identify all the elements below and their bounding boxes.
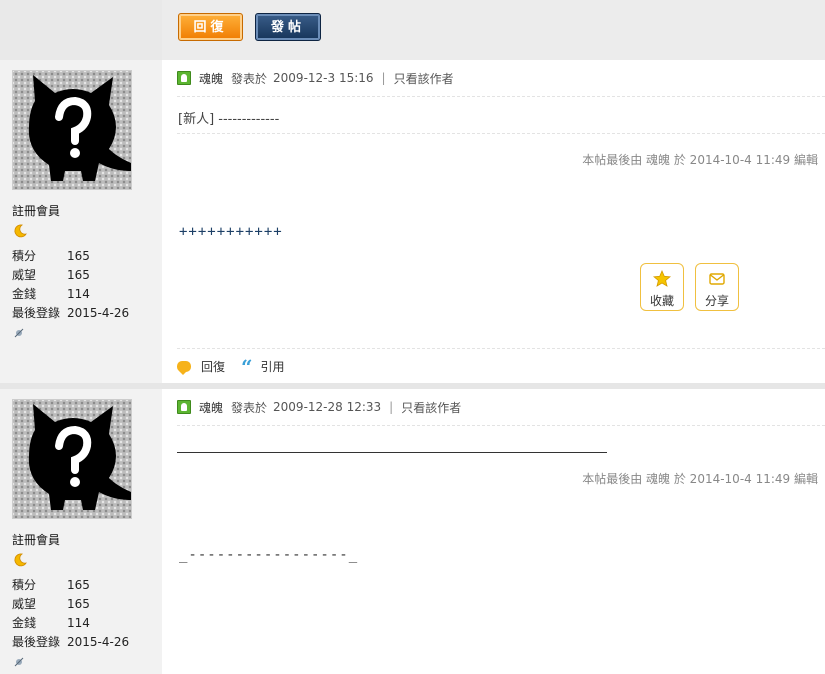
stat-row: 威望 165: [12, 597, 90, 611]
posted-time: 2009-12-3 15:16: [273, 71, 374, 85]
edit-note: 本帖最後由 魂魄 於 2014-10-4 11:49 編輯: [582, 472, 818, 486]
user-online-icon: [177, 71, 191, 85]
post-meta: 魂魄 發表於 2009-12-3 15:16 | 只看該作者: [177, 68, 454, 88]
post-text: [新人] -------------: [178, 112, 280, 127]
reply-link[interactable]: 回復: [201, 358, 225, 375]
stat-row: 積分 165: [12, 249, 90, 263]
stat-row: 威望 165: [12, 268, 90, 282]
avatar[interactable]: [12, 70, 132, 190]
mystery-cat-icon: [28, 75, 131, 181]
horizontal-rule: [177, 452, 607, 453]
user-online-icon: [177, 400, 191, 414]
edit-note: 本帖最後由 魂魄 於 2014-10-4 11:49 編輯: [582, 153, 818, 167]
share-button[interactable]: 分享: [695, 263, 739, 311]
user-group: 註冊會員: [12, 533, 61, 547]
posted-prefix: 發表於: [231, 400, 268, 415]
moon-rank-icon: [14, 224, 27, 238]
post-2: 註冊會員 積分 165 威望 165 金錢 114 最後登錄 2015-4-26 魂魄 …: [0, 389, 825, 674]
stat-row: 金錢 114: [12, 616, 90, 630]
only-author-link[interactable]: 只看該作者: [401, 399, 461, 416]
star-icon: [653, 270, 671, 287]
user-stats: 積分 165 威望 165 金錢 114 最後登錄 2015-4-26: [12, 247, 129, 323]
online-status-icon: [14, 328, 24, 338]
post-1: 註冊會員 積分 165 威望 165 金錢 114 最後登錄 2015-4-26 魂魄 …: [0, 60, 825, 383]
quote-link[interactable]: 引用: [261, 358, 285, 375]
mystery-cat-icon: [28, 404, 131, 510]
stat-row: 金錢 114: [12, 287, 90, 301]
new-post-button[interactable]: 發帖: [255, 13, 321, 41]
stat-row: 最後登錄 2015-4-26: [12, 635, 130, 649]
author-sidebar: 註冊會員 積分 165 威望 165 金錢 114 最後登錄 2015-4-26: [0, 389, 162, 674]
moon-rank-icon: [14, 553, 27, 567]
reply-button[interactable]: 回復: [178, 13, 243, 41]
stat-row: 積分 165: [12, 578, 90, 592]
only-author-link[interactable]: 只看該作者: [394, 70, 454, 87]
posted-prefix: 發表於: [231, 71, 268, 86]
author-link[interactable]: 魂魄: [199, 399, 223, 416]
user-group: 註冊會員: [12, 204, 61, 218]
post-meta: 魂魄 發表於 2009-12-28 12:33 | 只看該作者: [177, 397, 461, 417]
author-link[interactable]: 魂魄: [199, 70, 223, 87]
top-toolbar: 回復 發帖: [0, 0, 825, 60]
user-stats: 積分 165 威望 165 金錢 114 最後登錄 2015-4-26: [12, 576, 129, 652]
online-status-icon: [14, 657, 24, 667]
posted-time: 2009-12-28 12:33: [273, 400, 382, 414]
reply-bubble-icon: [177, 361, 191, 375]
avatar[interactable]: [12, 399, 132, 519]
share-icon: [709, 273, 725, 285]
post-text: +++++++++++: [179, 224, 283, 240]
post-actions: 回復 “ 引用: [177, 354, 285, 379]
stat-row: 最後登錄 2015-4-26: [12, 306, 130, 320]
quote-icon: “: [241, 354, 253, 379]
author-sidebar: 註冊會員 積分 165 威望 165 金錢 114 最後登錄 2015-4-26: [0, 60, 162, 383]
post-text: _-----------------_: [179, 547, 359, 563]
favorite-button[interactable]: 收藏: [640, 263, 684, 311]
